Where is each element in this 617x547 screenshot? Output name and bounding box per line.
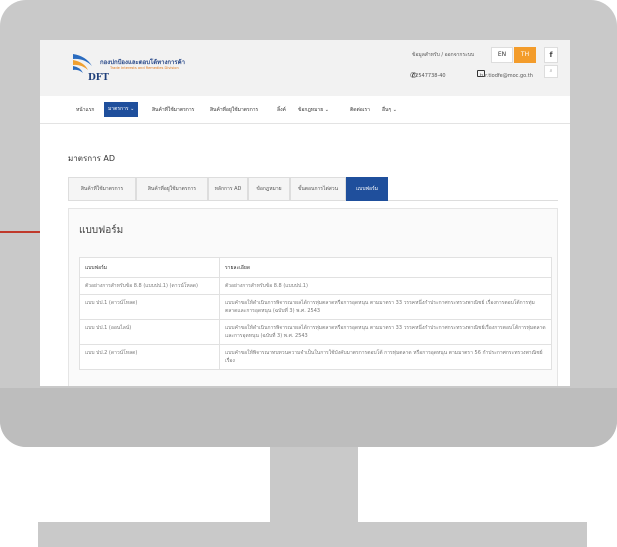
monitor-stand-base [38,522,587,547]
nav-item-links[interactable]: ลิ้งค์ [277,106,286,114]
nav-item-contact[interactable]: ติดต่อเรา [350,106,370,114]
nav-item-products-under-measure[interactable]: สินค้าที่ใช้มาตรการ [152,106,194,114]
monitor-chin [0,388,617,447]
tab-bar: สินค้าที่ใช้มาตรการ สินค้าที่อยู่ใช้มาตร… [68,177,558,201]
nav-item-other[interactable]: อื่นๆ ⌄ [382,106,397,114]
form-detail: แบบคำขอให้ดำเนินการพิจารณาผลได้การทุ่มตล… [219,294,552,320]
search-icon[interactable]: ⌕ [544,65,558,78]
tab-products-under-measure[interactable]: สินค้าที่ใช้มาตรการ [68,177,136,201]
column-header-form: แบบฟอร์ม [79,257,220,278]
table-row: แบบ ปป.2 (ดาวน์โหลด) แบบคำขอให้พิจารณาทบ… [79,344,552,370]
contact-phone: 02547738-40 [412,73,446,79]
tab-ad-principles[interactable]: หลักการ AD [208,177,248,201]
nav-item-label: อื่นๆ [382,107,392,113]
site-abbr: DFT [88,73,109,83]
nav-item-label: ข้อกฎหมาย [298,107,324,113]
column-header-detail: รายละเอียด [219,257,552,278]
form-link[interactable]: แบบ ปป.1 (ดาวน์โหลด) [79,294,220,320]
form-detail: แบบคำขอให้ดำเนินการพิจารณาผลได้การทุ่มตล… [219,319,552,345]
main-nav: หน้าแรก มาตรการ ⌄ สินค้าที่ใช้มาตรการ สิ… [40,96,570,124]
table-row: ตัวอย่างการสำหรับข้อ 8.8 (แบบปป.1) (ดาวน… [79,277,552,295]
forms-panel: แบบฟอร์ม แบบฟอร์ม รายละเอียด ตัวอย่างการ… [68,208,558,386]
nav-item-measures[interactable]: มาตรการ ⌄ [104,102,139,117]
browser-screen: กองปกป้องและตอบโต้ทางการค้า Trade Intere… [40,40,570,386]
facebook-icon[interactable]: f [544,47,558,63]
table-row: แบบ ปป.1 (ออนไลน์) แบบคำขอให้ดำเนินการพิ… [79,319,552,345]
chevron-down-icon: ⌄ [130,106,135,112]
contact-email[interactable]: tur.tiodfe@moc.go.th [480,73,533,79]
tab-law[interactable]: ข้อกฎหมาย [248,177,290,201]
form-link[interactable]: ตัวอย่างการสำหรับข้อ 8.8 (แบบปป.1) (ดาวน… [79,277,220,295]
form-detail: แบบคำขอให้พิจารณาทบทวนความจำเป็นในการใช้… [219,344,552,370]
tab-products-investigated[interactable]: สินค้าที่อยู่ใช้มาตรการ [136,177,208,201]
lang-th-button[interactable]: TH [514,47,536,63]
forms-table: แบบฟอร์ม รายละเอียด ตัวอย่างการสำหรับข้อ… [79,257,552,370]
site-header: กองปกป้องและตอบโต้ทางการค้า Trade Intere… [40,40,570,96]
page-title: มาตรการ AD [68,154,116,163]
chevron-down-icon: ⌄ [324,107,329,113]
nav-item-products-investigated[interactable]: สินค้าที่อยู่ใช้มาตรการ [210,106,258,114]
user-menu-link[interactable]: ข้อมูลสำหรับ / ออกจากระบบ [412,51,474,59]
tab-procedure[interactable]: ขั้นตอนการไต่สวน [290,177,346,201]
chevron-down-icon: ⌄ [392,107,397,113]
form-link[interactable]: แบบ ปป.1 (ออนไลน์) [79,319,220,345]
tab-forms[interactable]: แบบฟอร์ม [346,177,388,201]
nav-item-law[interactable]: ข้อกฎหมาย ⌄ [298,106,329,114]
nav-item-label: มาตรการ [108,106,129,112]
table-row: แบบ ปป.1 (ดาวน์โหลด) แบบคำขอให้ดำเนินการ… [79,294,552,320]
form-detail: ตัวอย่างการสำหรับข้อ 8.8 (แบบปป.1) [219,277,552,295]
table-header-row: แบบฟอร์ม รายละเอียด [79,257,552,278]
nav-item-home[interactable]: หน้าแรก [76,106,94,114]
lang-en-button[interactable]: EN [491,47,513,63]
site-name-en: Trade Interests and Remedies Division [110,66,179,70]
monitor-stand-neck [270,447,358,523]
panel-title: แบบฟอร์ม [79,225,124,236]
pointer-line [0,231,40,233]
form-link[interactable]: แบบ ปป.2 (ดาวน์โหลด) [79,344,220,370]
monitor-mockup: กองปกป้องและตอบโต้ทางการค้า Trade Intere… [0,0,617,547]
